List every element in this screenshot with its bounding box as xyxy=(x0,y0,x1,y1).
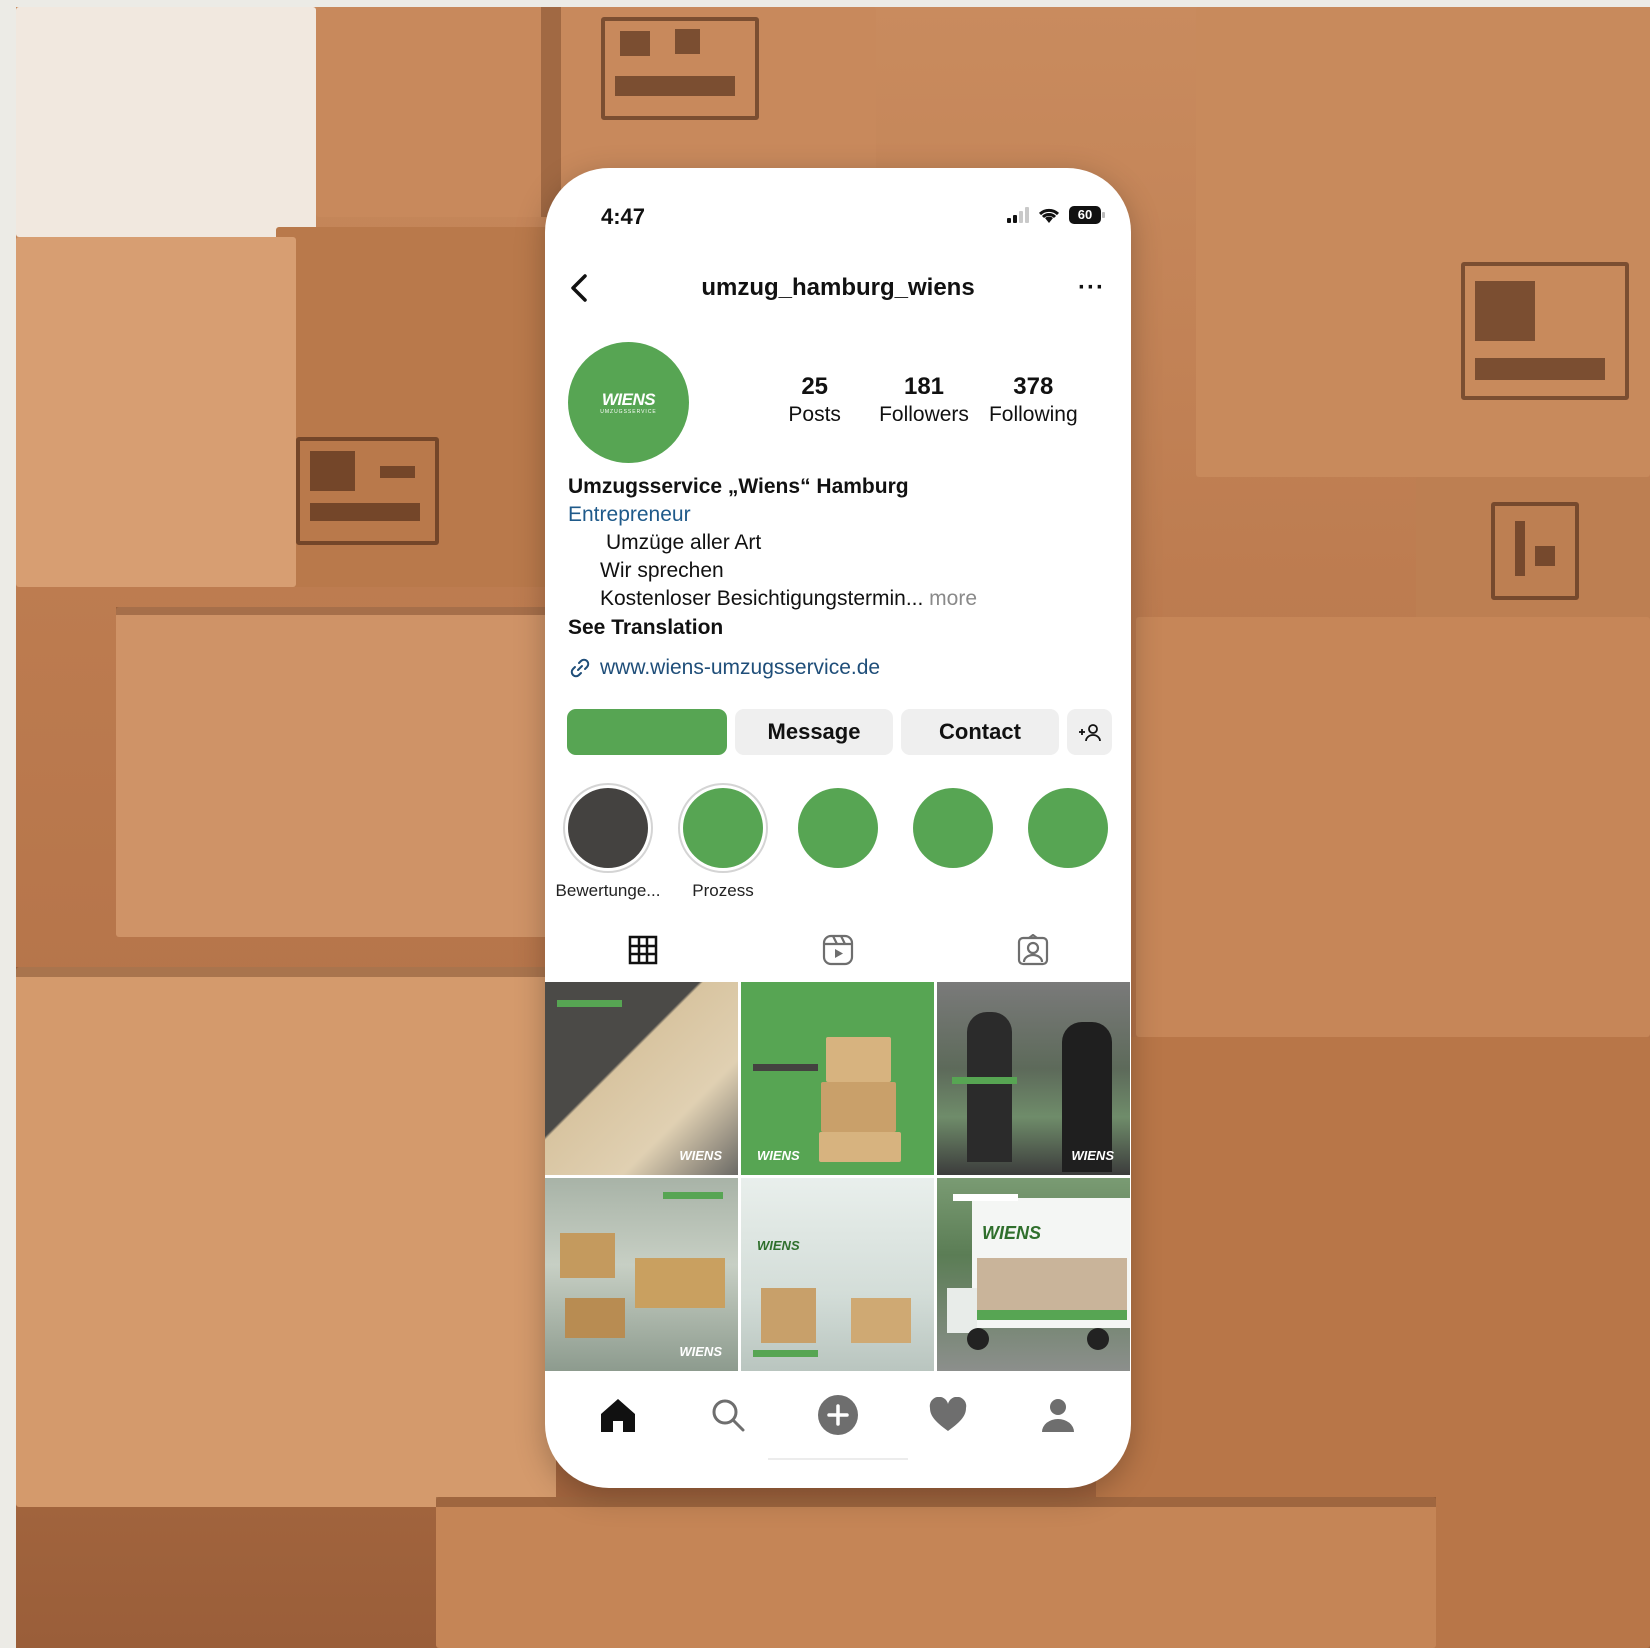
more-options-icon[interactable]: ··· xyxy=(1078,274,1105,302)
wifi-icon xyxy=(1038,208,1060,223)
profile-header: umzug_hamburg_wiens ··· xyxy=(545,268,1131,308)
profile-stats: 25 Posts 181 Followers 378 Following xyxy=(760,373,1088,427)
nav-activity[interactable] xyxy=(926,1393,970,1437)
highlight-label: Prozess xyxy=(692,881,754,900)
highlight-item[interactable] xyxy=(1015,783,1121,901)
box-right-large xyxy=(1136,617,1650,1037)
post-thumbnail[interactable]: WIENS xyxy=(545,1178,738,1371)
highlight-item[interactable]: Prozess xyxy=(670,783,776,901)
highlight-cover xyxy=(1028,788,1108,868)
box-left-lower xyxy=(16,967,556,1507)
see-translation-link[interactable]: See Translation xyxy=(568,614,1108,642)
post-watermark: WIENS xyxy=(679,1148,722,1163)
box-bottom xyxy=(436,1497,1436,1648)
background-wall xyxy=(16,7,316,237)
nav-create[interactable] xyxy=(816,1393,860,1437)
bio-line: Kostenloser Besichtigungstermin... more xyxy=(568,585,1108,613)
nav-profile[interactable] xyxy=(1036,1393,1080,1437)
box-top-right xyxy=(1196,7,1650,477)
post-watermark: WIENS xyxy=(1071,1148,1114,1163)
stat-value: 181 xyxy=(903,373,945,400)
profile-icon xyxy=(1042,1399,1074,1432)
highlight-cover xyxy=(798,788,878,868)
avatar[interactable]: WIENS UMZUGSSERVICE xyxy=(568,342,689,463)
profile-display-name: Umzugsservice „Wiens“ Hamburg xyxy=(568,475,909,498)
highlight-label: Bewertunge... xyxy=(555,881,661,900)
grid-icon xyxy=(628,935,657,965)
tab-grid[interactable] xyxy=(545,928,740,972)
post-watermark: WIENS xyxy=(982,1223,1042,1243)
profile-tabs xyxy=(545,928,1131,972)
bio-line: Wir sprechen xyxy=(600,559,724,582)
stat-followers[interactable]: 181 Followers xyxy=(869,373,978,427)
contact-button[interactable]: Contact xyxy=(901,709,1059,755)
tab-tagged[interactable] xyxy=(936,928,1131,972)
profile-actions: Message Contact xyxy=(567,709,1112,755)
create-icon xyxy=(818,1395,858,1435)
stat-label: Followers xyxy=(879,403,969,426)
bio-more-link[interactable]: more xyxy=(929,587,977,610)
home-icon xyxy=(601,1399,635,1432)
highlight-item[interactable]: Bewertunge... xyxy=(555,783,661,901)
tagged-icon xyxy=(1018,934,1049,966)
post-watermark: WIENS xyxy=(757,1148,800,1163)
stat-posts[interactable]: 25 Posts xyxy=(760,373,869,427)
post-watermark: WIENS xyxy=(757,1238,800,1253)
box-stamp xyxy=(601,17,759,120)
signal-icon xyxy=(1007,207,1029,223)
home-indicator xyxy=(768,1458,908,1460)
message-button[interactable]: Message xyxy=(735,709,893,755)
highlight-cover xyxy=(913,788,993,868)
highlight-cover xyxy=(683,788,763,868)
stat-label: Following xyxy=(988,403,1078,426)
stat-value: 25 xyxy=(801,373,829,400)
box-stamp xyxy=(296,437,439,545)
follow-button[interactable] xyxy=(567,709,727,755)
post-thumbnail[interactable]: WIENS xyxy=(741,982,934,1175)
status-time: 4:47 xyxy=(601,204,646,229)
tab-reels[interactable] xyxy=(740,928,935,972)
add-user-button[interactable] xyxy=(1067,709,1112,755)
avatar-logo: WIENS xyxy=(601,390,656,409)
reels-icon xyxy=(822,934,854,966)
add-user-icon xyxy=(1078,724,1101,742)
stat-following[interactable]: 378 Following xyxy=(979,373,1088,427)
bio-line: Umzüge aller Art xyxy=(606,531,762,554)
post-thumbnail[interactable]: WIENS xyxy=(937,982,1130,1175)
stat-label: Posts xyxy=(788,403,841,426)
website-url: www.wiens-umzugsservice.de xyxy=(600,656,881,679)
posts-grid: WIENS WIENS WIENS WIENS WIENS WIENS xyxy=(545,982,1131,1371)
phone-screen: 4:47 60 umzug_hamburg_wiens ··· WIENS UM… xyxy=(545,168,1131,1488)
battery-icon: 60 xyxy=(1069,206,1105,224)
bottom-navigation xyxy=(545,1380,1131,1450)
post-thumbnail[interactable]: WIENS xyxy=(545,982,738,1175)
avatar-logo-sub: UMZUGSSERVICE xyxy=(600,409,657,415)
box-stamp xyxy=(1491,502,1579,600)
profile-bio: Umzugsservice „Wiens“ Hamburg Entreprene… xyxy=(568,473,1108,642)
bio-line-text: Kostenloser Besichtigungstermin... xyxy=(600,587,924,610)
nav-home[interactable] xyxy=(596,1393,640,1437)
post-watermark: WIENS xyxy=(679,1344,722,1359)
website-link[interactable]: www.wiens-umzugsservice.de xyxy=(568,656,880,680)
status-bar: 4:47 60 xyxy=(545,204,1131,234)
stat-value: 378 xyxy=(1013,373,1054,400)
profile-category: Entrepreneur xyxy=(568,503,691,526)
search-icon xyxy=(712,1399,745,1432)
post-thumbnail[interactable]: WIENS xyxy=(937,1178,1130,1371)
box-left-side xyxy=(16,237,296,587)
highlight-cover xyxy=(568,788,648,868)
story-highlights: Bewertunge... Prozess xyxy=(555,783,1121,901)
highlight-item[interactable] xyxy=(900,783,1006,901)
post-thumbnail[interactable]: WIENS xyxy=(741,1178,934,1371)
activity-icon xyxy=(929,1397,967,1431)
box-stamp xyxy=(1461,262,1629,400)
highlight-item[interactable] xyxy=(785,783,891,901)
link-icon xyxy=(570,658,590,678)
nav-search[interactable] xyxy=(706,1393,750,1437)
profile-username: umzug_hamburg_wiens xyxy=(701,274,975,301)
status-icons: 60 xyxy=(1007,206,1105,224)
